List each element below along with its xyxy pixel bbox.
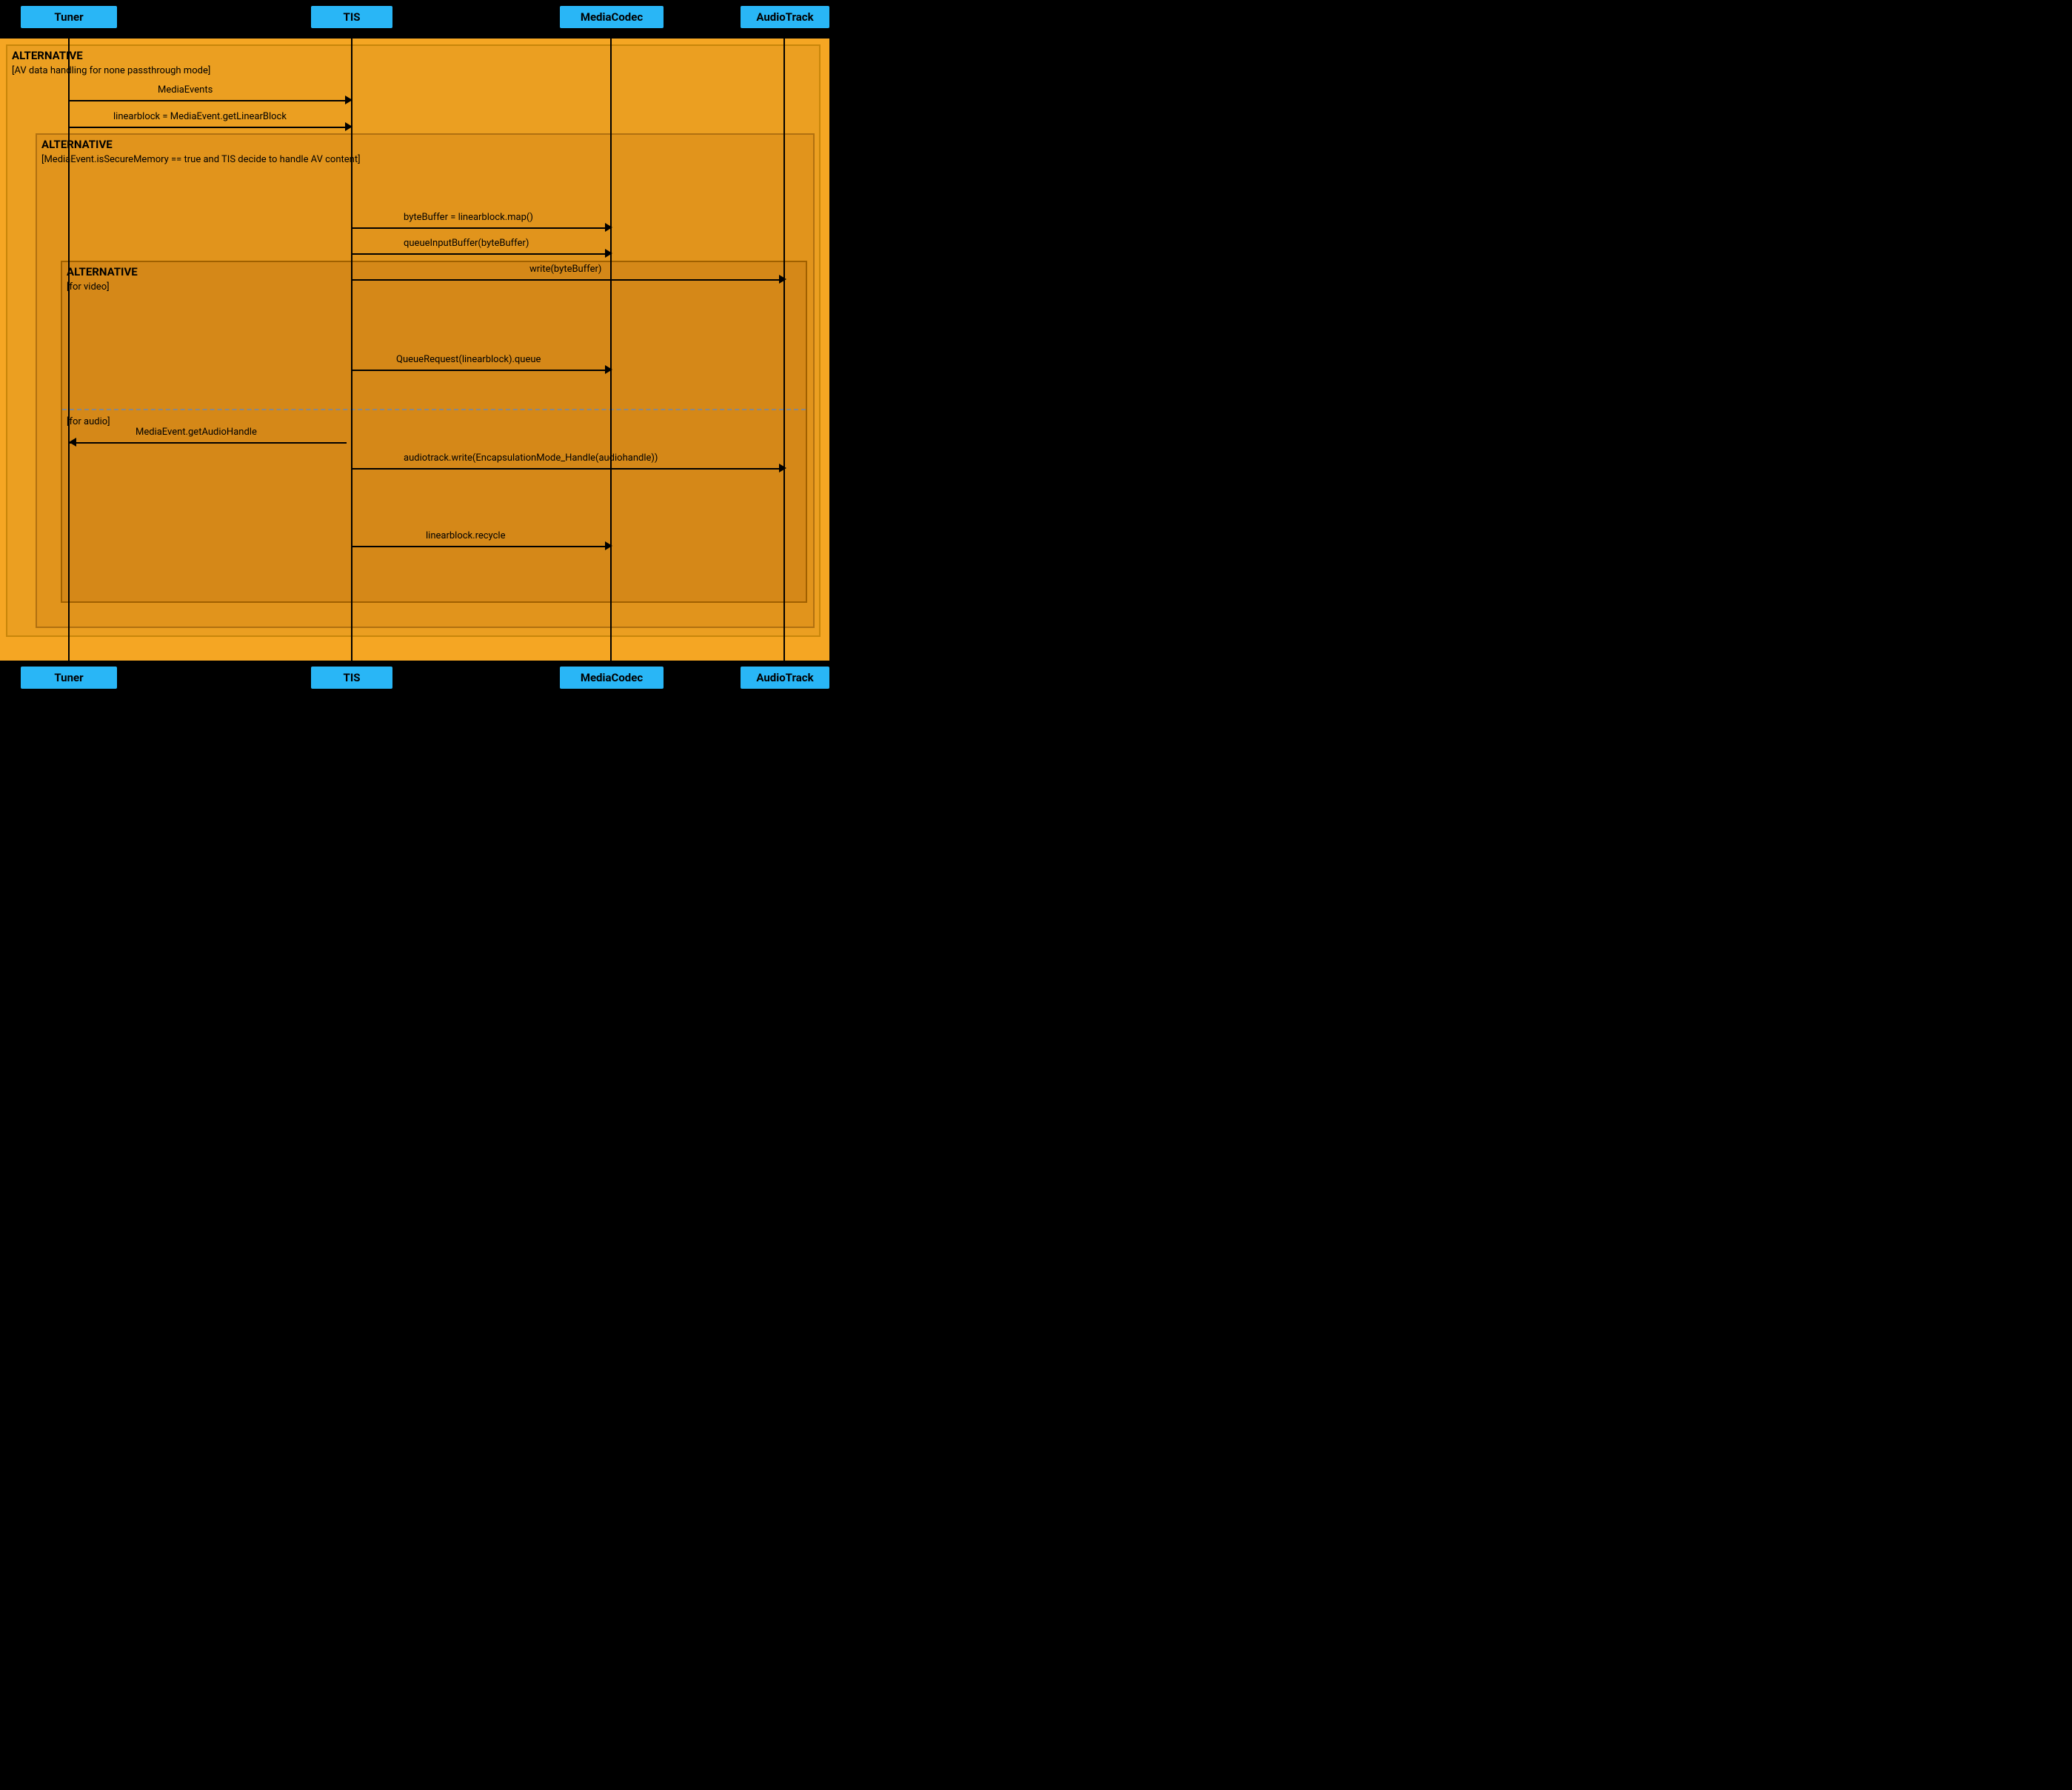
alt3-guard-video: [for video] xyxy=(67,281,110,293)
message-write-bytebuffer: write(byteBuffer) xyxy=(352,274,786,286)
msg-queue-request-label: QueueRequest(linearblock).queue xyxy=(396,354,541,365)
msg-write-bytebuffer-label: write(byteBuffer) xyxy=(529,264,601,275)
msg-linearblock-recycle-label: linearblock.recycle xyxy=(426,530,505,541)
message-queue-request: QueueRequest(linearblock).queue xyxy=(352,364,612,376)
actor-tis-header: TIS xyxy=(311,6,392,28)
actor-audiotrack-header: AudioTrack xyxy=(741,6,829,28)
message-get-linear-block: linearblock = MediaEvent.getLinearBlock xyxy=(69,121,352,133)
alt-frame-2: ALTERNATIVE [MediaEvent.isSecureMemory =… xyxy=(36,133,815,628)
msg-get-linear-block-label: linearblock = MediaEvent.getLinearBlock xyxy=(113,111,287,122)
message-audiotrack-write: audiotrack.write(EncapsulationMode_Handl… xyxy=(352,463,786,475)
alt3-label: ALTERNATIVE xyxy=(67,265,138,278)
message-get-audio-handle: MediaEvent.getAudioHandle xyxy=(69,437,352,449)
msg-queue-input-buffer-label: queueInputBuffer(byteBuffer) xyxy=(404,238,529,249)
actor-audiotrack-footer: AudioTrack xyxy=(741,667,829,689)
message-bytebuffer-map: byteBuffer = linearblock.map() xyxy=(352,222,612,234)
sequence-diagram: Tuner TIS MediaCodec AudioTrack ALTERNAT… xyxy=(0,0,829,699)
diagram-body: ALTERNATIVE [AV data handling for none p… xyxy=(0,39,829,661)
alt3-dashed-separator xyxy=(62,409,806,410)
footer-row: Tuner TIS MediaCodec AudioTrack xyxy=(0,661,829,699)
lifeline-audiotrack xyxy=(783,39,785,661)
msg-audiotrack-write-label: audiotrack.write(EncapsulationMode_Handl… xyxy=(404,452,658,464)
alt1-label: ALTERNATIVE xyxy=(12,49,83,62)
alt3-guard-audio: [for audio] xyxy=(67,416,110,427)
alt2-guard: [MediaEvent.isSecureMemory == true and T… xyxy=(41,154,361,165)
alt1-guard: [AV data handling for none passthrough m… xyxy=(12,65,210,76)
lifeline-mediacodec xyxy=(610,39,612,661)
actor-mediacodec-header: MediaCodec xyxy=(560,6,664,28)
actor-tuner-header: Tuner xyxy=(21,6,117,28)
message-linearblock-recycle: linearblock.recycle xyxy=(352,541,612,552)
actor-mediacodec-footer: MediaCodec xyxy=(560,667,664,689)
message-media-events: MediaEvents xyxy=(69,95,352,107)
msg-media-events-label: MediaEvents xyxy=(158,84,213,96)
actor-tis-footer: TIS xyxy=(311,667,392,689)
header-row: Tuner TIS MediaCodec AudioTrack xyxy=(0,0,829,39)
msg-bytebuffer-map-label: byteBuffer = linearblock.map() xyxy=(404,212,533,223)
alt2-label: ALTERNATIVE xyxy=(41,138,113,151)
actor-tuner-footer: Tuner xyxy=(21,667,117,689)
msg-get-audio-handle-label: MediaEvent.getAudioHandle xyxy=(136,427,257,438)
message-queue-input-buffer: queueInputBuffer(byteBuffer) xyxy=(352,248,612,260)
